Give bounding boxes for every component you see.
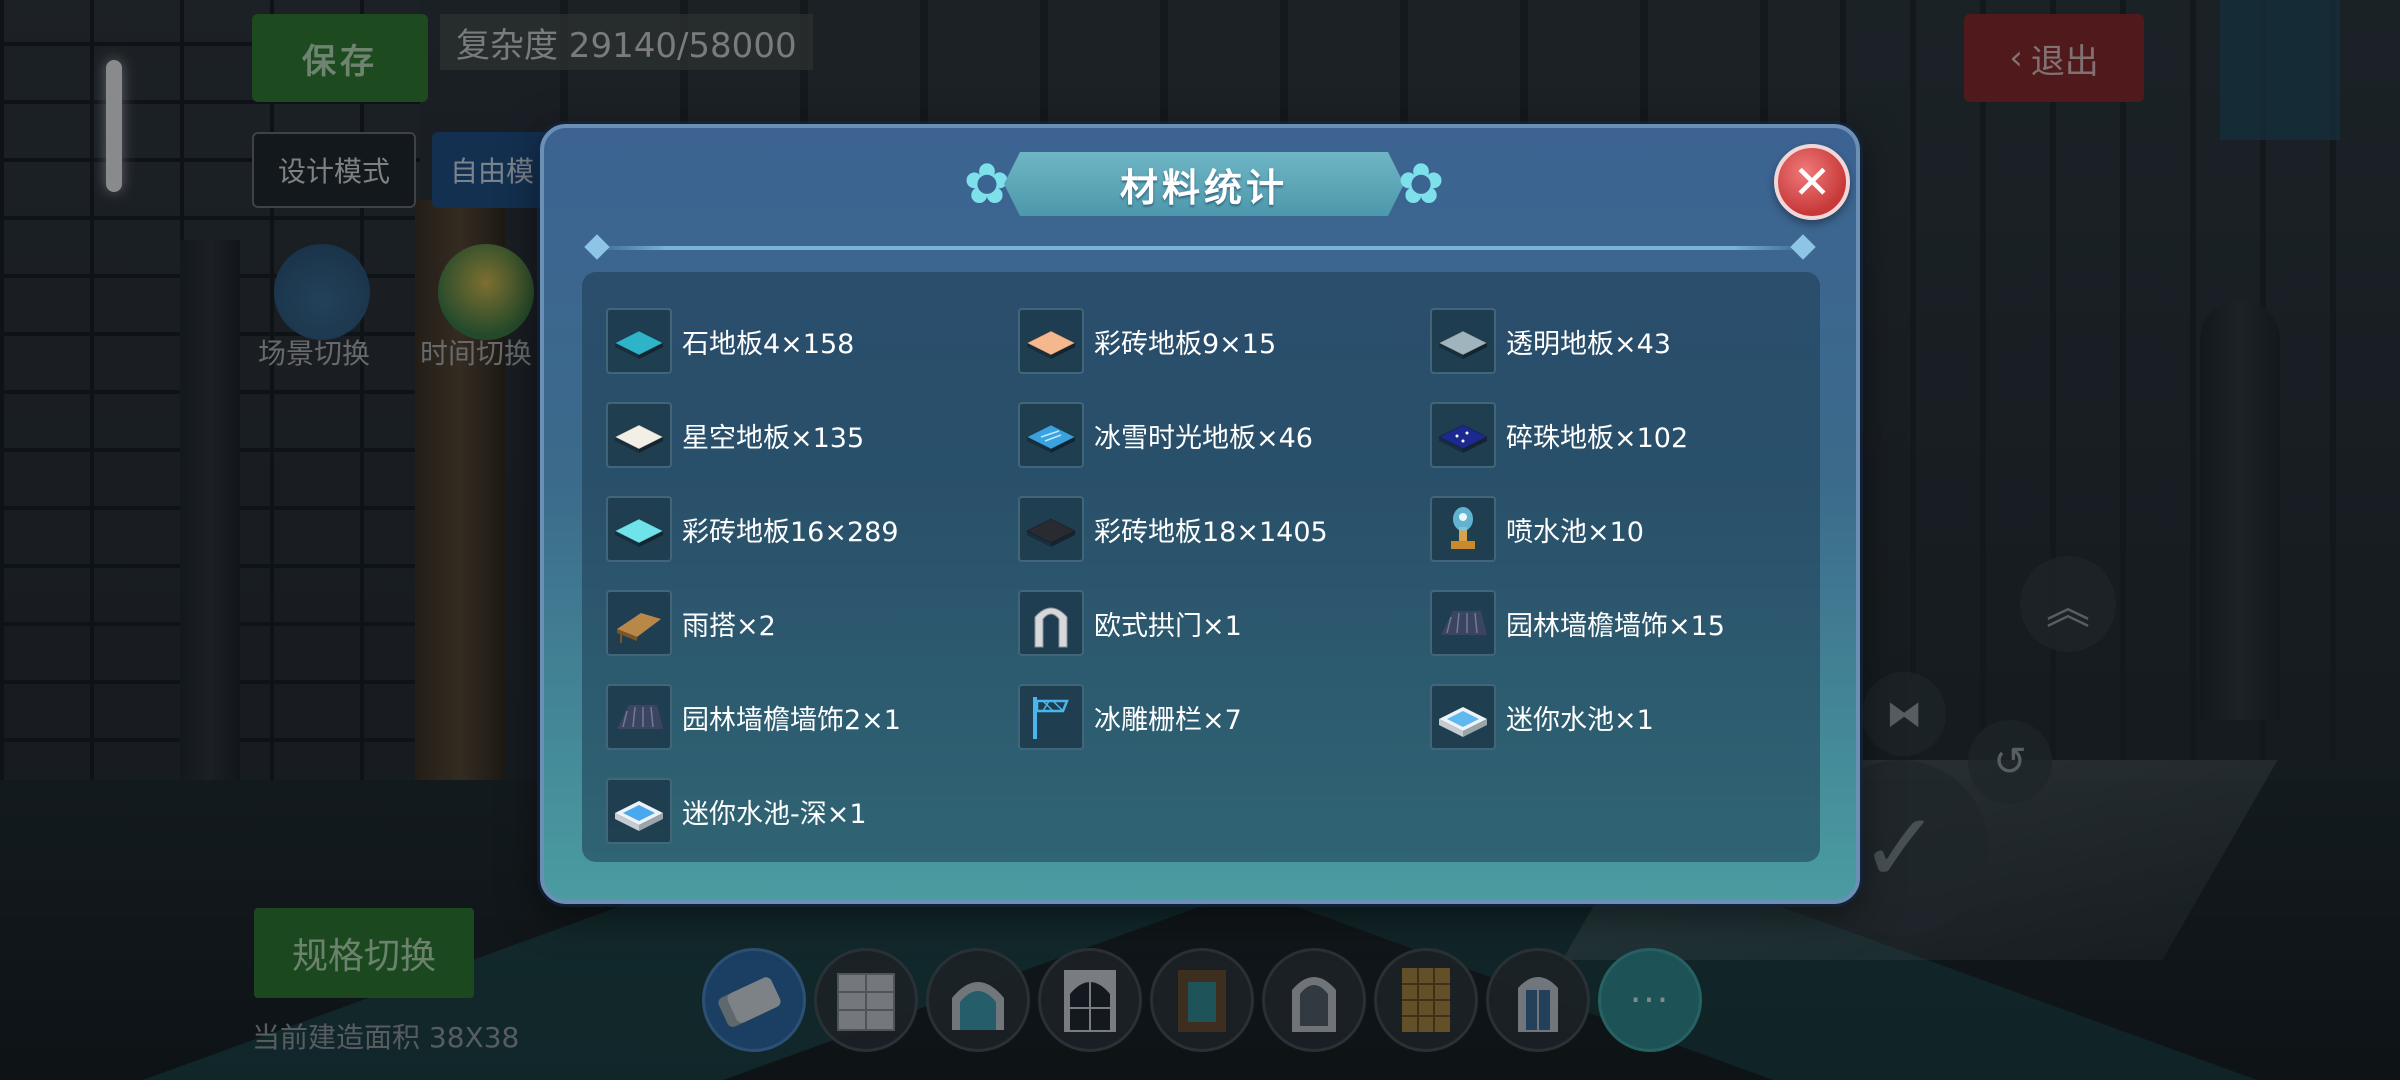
transparent-floor-icon: [1437, 330, 1489, 359]
close-button[interactable]: ✕: [1774, 144, 1850, 220]
material-thumbnail: [1430, 308, 1496, 374]
deep-mini-pool-icon: [615, 801, 663, 831]
material-list-panel: 石地板4×158 彩砖地板9×15 透明地板×43 星空地板×135 冰雪时光地板×46…: [582, 272, 1820, 862]
color-tile-floor-icon: [1025, 330, 1077, 359]
title-ornament-right-icon: ✿: [1397, 152, 1445, 217]
material-thumbnail: [1018, 496, 1084, 562]
material-item-label: 喷水池×10: [1506, 516, 1644, 548]
color-tile-floor-icon: [1025, 518, 1077, 547]
material-item: 冰雪时光地板×46: [1018, 388, 1430, 482]
material-item-label: 冰雕栅栏×7: [1094, 704, 1242, 736]
material-item-label: 迷你水池×1: [1506, 704, 1654, 736]
material-item: 园林墙檐墙饰×15: [1430, 576, 1842, 670]
starry-floor-icon: [613, 424, 665, 453]
material-item-label: 星空地板×135: [682, 422, 865, 454]
material-item-label: 石地板4×158: [682, 328, 855, 360]
material-thumbnail: [606, 684, 672, 750]
material-thumbnail: [1018, 590, 1084, 656]
material-item: 彩砖地板16×289: [606, 482, 1018, 576]
material-item: 雨搭×2: [606, 576, 1018, 670]
ice-snow-floor-icon: [1025, 424, 1077, 453]
fountain-icon: [1451, 507, 1475, 549]
material-thumbnail: [606, 496, 672, 562]
material-item-label: 欧式拱门×1: [1094, 610, 1242, 642]
material-item: 欧式拱门×1: [1018, 576, 1430, 670]
material-item-label: 雨搭×2: [682, 610, 776, 642]
material-item-label: 迷你水池-深×1: [682, 798, 867, 830]
wall-eave-icon: [617, 705, 663, 729]
material-item: 园林墙檐墙饰2×1: [606, 670, 1018, 764]
material-thumbnail: [606, 308, 672, 374]
material-item-label: 透明地板×43: [1506, 328, 1671, 360]
title-banner: 材料统计: [1004, 152, 1404, 216]
material-item-label: 冰雪时光地板×46: [1094, 422, 1313, 454]
divider-ornament-icon: [584, 234, 610, 260]
material-item-label: 彩砖地板18×1405: [1094, 516, 1328, 548]
material-thumbnail: [606, 590, 672, 656]
stone-floor-icon: [613, 330, 665, 359]
dialog-title: 材料统计: [1119, 165, 1288, 210]
material-item: 冰雕栅栏×7: [1018, 670, 1430, 764]
material-thumbnail: [1018, 402, 1084, 468]
material-item-label: 园林墙檐墙饰2×1: [682, 704, 901, 736]
material-thumbnail: [1430, 402, 1496, 468]
material-thumbnail: [1430, 590, 1496, 656]
material-item: 迷你水池×1: [1430, 670, 1842, 764]
color-tile-floor-icon: [613, 518, 665, 547]
material-item-label: 碎珠地板×102: [1506, 422, 1689, 454]
bead-floor-icon: [1437, 424, 1489, 453]
ice-fence-icon: [1033, 697, 1069, 739]
material-item: 碎珠地板×102: [1430, 388, 1842, 482]
material-thumbnail: [1430, 496, 1496, 562]
material-thumbnail: [1430, 684, 1496, 750]
material-thumbnail: [1018, 684, 1084, 750]
material-item-label: 彩砖地板16×289: [682, 516, 899, 548]
material-item-label: 园林墙檐墙饰×15: [1506, 610, 1725, 642]
material-thumbnail: [606, 402, 672, 468]
material-item: 星空地板×135: [606, 388, 1018, 482]
divider-ornament-icon: [1790, 234, 1816, 260]
material-thumbnail: [606, 778, 672, 844]
material-item: 彩砖地板18×1405: [1018, 482, 1430, 576]
awning-icon: [617, 613, 661, 643]
arch-door-icon: [1034, 607, 1068, 648]
material-item-label: 彩砖地板9×15: [1094, 328, 1277, 360]
wall-eave-icon: [1441, 611, 1487, 635]
material-stats-dialog: ✿ 材料统计 ✿ ✕ 石地板4×158 彩砖地板9×15 透明地板×43 星空地板×1…: [540, 124, 1860, 904]
material-thumbnail: [1018, 308, 1084, 374]
title-divider: [594, 246, 1806, 250]
material-item: 石地板4×158: [606, 294, 1018, 388]
material-item: 喷水池×10: [1430, 482, 1842, 576]
material-item: 彩砖地板9×15: [1018, 294, 1430, 388]
mini-pool-icon: [1439, 707, 1487, 737]
material-grid: 石地板4×158 彩砖地板9×15 透明地板×43 星空地板×135 冰雪时光地板×46…: [606, 294, 1842, 858]
material-item: 迷你水池-深×1: [606, 764, 1018, 858]
material-item: 透明地板×43: [1430, 294, 1842, 388]
